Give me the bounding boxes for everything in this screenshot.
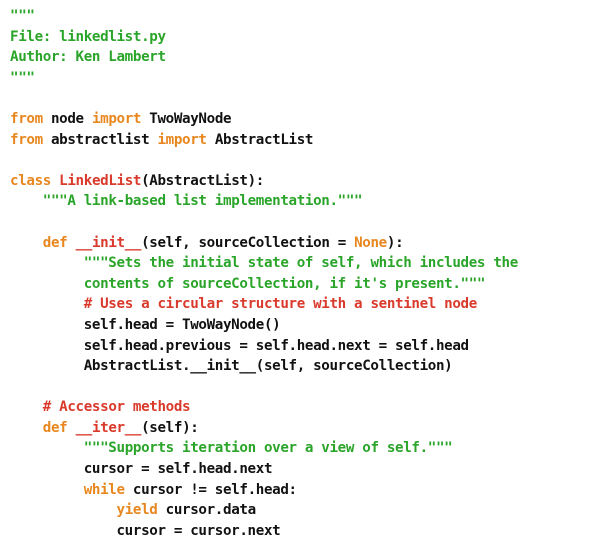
code-text: ):: [386, 234, 404, 251]
keyword-token: while: [83, 481, 125, 498]
code-line: """Supports iteration over a view of sel…: [10, 438, 604, 459]
code-line: while cursor != self.head:: [10, 480, 604, 501]
identifier-token: __init__: [75, 234, 142, 251]
code-line: from node import TwoWayNode: [10, 109, 604, 130]
keyword-token: def: [42, 234, 68, 251]
keyword-token: from: [10, 131, 43, 148]
comment-token: # Accessor methods: [42, 399, 191, 416]
code-text: cursor != self.head:: [124, 481, 297, 498]
code-line: def __iter__(self):: [10, 418, 604, 439]
code-line: """Sets the initial state of self, which…: [10, 253, 604, 274]
code-text: abstractlist: [42, 131, 158, 148]
code-line: class LinkedList(AbstractList):: [10, 171, 604, 192]
string-token: File: linkedlist.py: [10, 28, 166, 45]
keyword-token: import: [157, 131, 207, 148]
string-token: contents of sourceCollection, if it's pr…: [83, 275, 486, 292]
code-line: yield cursor.data: [10, 500, 604, 521]
code-line: # Accessor methods: [10, 397, 604, 418]
code-line: """: [10, 68, 604, 89]
code-listing: """ File: linkedlist.py Author: Ken Lamber…: [0, 0, 604, 544]
keyword-token: yield: [116, 502, 158, 519]
code-text: self.head.previous = self.head.next = se…: [10, 337, 469, 354]
comment-token: # Uses a circular structure with a senti…: [83, 296, 478, 313]
code-text: self.head = TwoWayNode(): [10, 316, 281, 333]
code-line: self.head.previous = self.head.next = se…: [10, 336, 604, 357]
keyword-token: import: [91, 110, 142, 127]
string-token: Author: Ken Lambert: [10, 49, 166, 66]
identifier-token: __iter__: [75, 419, 142, 436]
string-token: """A link-based list implementation.""": [42, 193, 363, 210]
keyword-token: None: [354, 234, 387, 251]
string-token: """: [10, 8, 35, 24]
code-text: (self):: [141, 419, 199, 436]
code-text: cursor.data: [157, 502, 256, 519]
code-text: cursor = self.head.next: [10, 461, 273, 478]
code-text: AbstractList: [206, 131, 314, 148]
code-line: self.head = TwoWayNode(): [10, 315, 604, 336]
code-line: """: [10, 6, 604, 27]
code-line: """A link-based list implementation.""": [10, 191, 604, 212]
keyword-token: class: [10, 172, 51, 189]
code-line: Author: Ken Lambert: [10, 47, 604, 68]
code-text: AbstractList.__init__(self, sourceCollec…: [10, 358, 453, 375]
code-line: def __init__(self, sourceCollection = No…: [10, 233, 604, 254]
string-token: """Sets the initial state of self, which…: [83, 255, 519, 272]
code-text: (AbstractList):: [141, 172, 264, 189]
keyword-token: def: [42, 419, 68, 436]
code-line: from abstractlist import AbstractList: [10, 130, 604, 151]
code-line: cursor = cursor.next: [10, 521, 604, 542]
code-text: (self, sourceCollection =: [141, 234, 355, 251]
code-line: contents of sourceCollection, if it's pr…: [10, 274, 604, 295]
code-line: # Uses a circular structure with a senti…: [10, 294, 604, 315]
code-text: node: [42, 110, 92, 127]
code-line: AbstractList.__init__(self, sourceCollec…: [10, 356, 604, 377]
string-token: """: [10, 69, 35, 86]
keyword-token: from: [10, 110, 43, 127]
code-text: TwoWayNode: [141, 110, 232, 127]
string-token: """Supports iteration over a view of sel…: [83, 440, 453, 457]
code-line: cursor = self.head.next: [10, 459, 604, 480]
code-line: File: linkedlist.py: [10, 27, 604, 48]
identifier-token: LinkedList: [59, 172, 142, 189]
code-text: cursor = cursor.next: [10, 522, 281, 539]
